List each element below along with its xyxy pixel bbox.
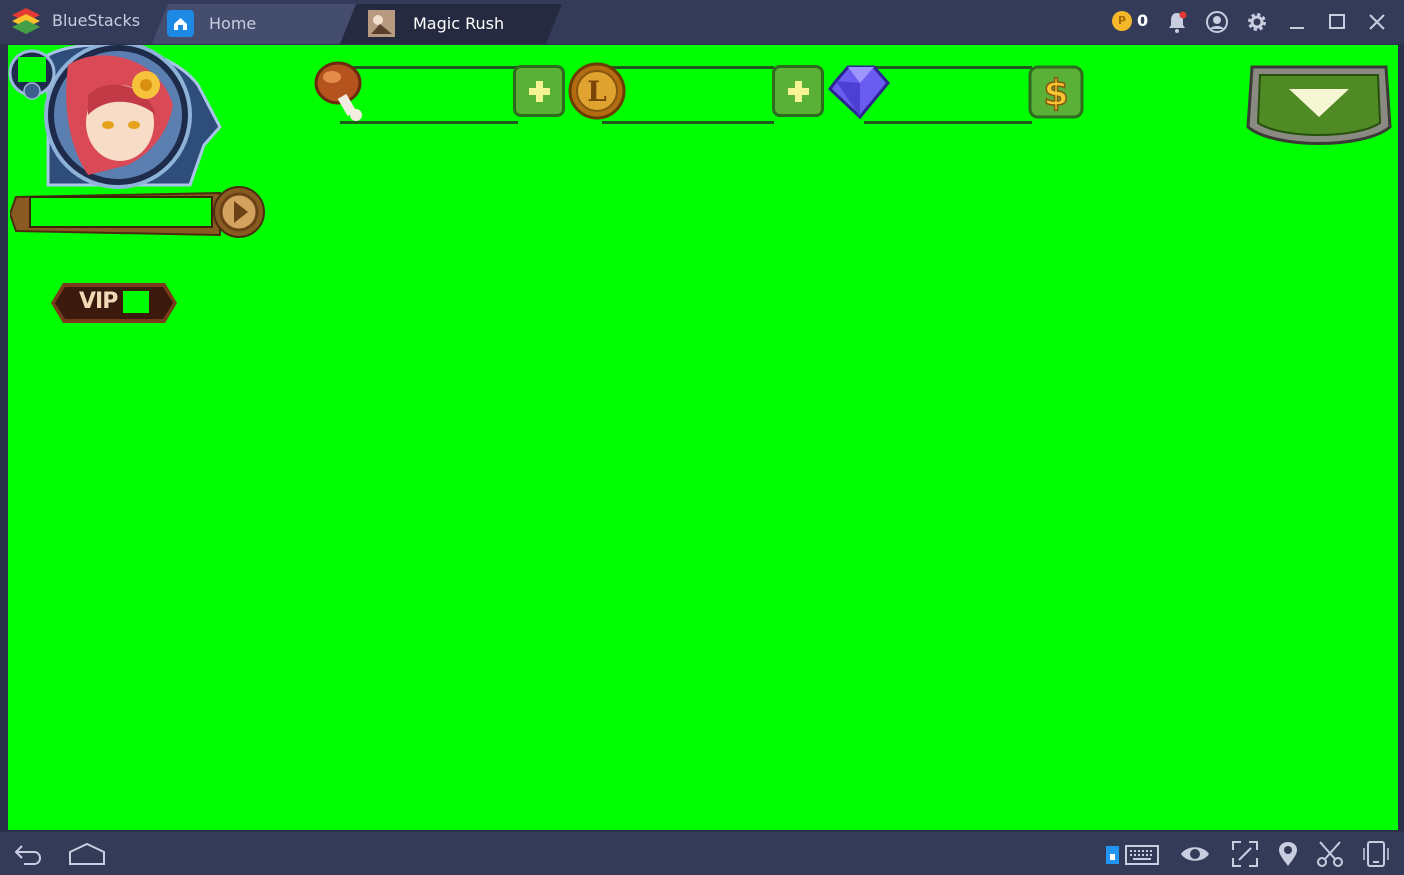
keyboard-icon[interactable] bbox=[1104, 840, 1160, 868]
hero-avatar[interactable] bbox=[8, 45, 228, 195]
eye-icon[interactable] bbox=[1179, 840, 1211, 868]
fullscreen-icon[interactable] bbox=[1229, 840, 1261, 868]
home-icon[interactable] bbox=[68, 840, 106, 868]
add-gold-button[interactable] bbox=[772, 65, 824, 117]
tab-home[interactable]: Home bbox=[152, 4, 357, 44]
menu-dropdown-button[interactable] bbox=[1244, 57, 1394, 153]
account-icon[interactable] bbox=[1205, 10, 1229, 34]
vip-label: VIP bbox=[79, 289, 118, 314]
svg-text:$: $ bbox=[1043, 73, 1068, 114]
vip-badge[interactable]: VIP bbox=[51, 283, 177, 323]
buy-diamonds-button[interactable]: $ bbox=[1028, 65, 1084, 119]
tab-magic-rush[interactable]: Magic Rush bbox=[340, 4, 562, 44]
diamond-icon bbox=[827, 65, 890, 119]
scissors-icon[interactable] bbox=[1314, 840, 1346, 868]
location-icon[interactable] bbox=[1272, 840, 1304, 868]
svg-text:L: L bbox=[587, 75, 607, 108]
bluestacks-logo-icon bbox=[12, 8, 40, 34]
tab-magic-rush-label: Magic Rush bbox=[413, 14, 505, 33]
coin-icon[interactable]: P bbox=[1112, 11, 1132, 31]
rotate-device-icon[interactable] bbox=[1360, 840, 1392, 868]
game-icon bbox=[368, 10, 395, 37]
bottom-bar bbox=[0, 832, 1404, 875]
coin-count: 0 bbox=[1137, 11, 1149, 30]
app-name: BlueStacks bbox=[52, 11, 141, 30]
back-icon[interactable] bbox=[12, 840, 44, 868]
meat-drumstick-icon bbox=[314, 61, 362, 121]
tab-home-label: Home bbox=[209, 14, 257, 33]
title-bar: BlueStacks Home Magic Rush P 0 bbox=[0, 0, 1404, 44]
home-icon bbox=[167, 10, 194, 37]
close-icon[interactable] bbox=[1365, 10, 1389, 34]
notification-bell-icon[interactable] bbox=[1165, 10, 1189, 34]
play-arrow-icon[interactable] bbox=[212, 185, 266, 239]
add-food-button[interactable] bbox=[513, 65, 565, 117]
minimize-icon[interactable] bbox=[1285, 10, 1309, 34]
vip-level-value bbox=[123, 291, 149, 313]
gold-coin-icon: L bbox=[568, 62, 626, 120]
game-viewport[interactable]: VIP L $ bbox=[8, 45, 1398, 830]
maximize-icon[interactable] bbox=[1325, 10, 1349, 34]
gear-icon[interactable] bbox=[1245, 10, 1269, 34]
